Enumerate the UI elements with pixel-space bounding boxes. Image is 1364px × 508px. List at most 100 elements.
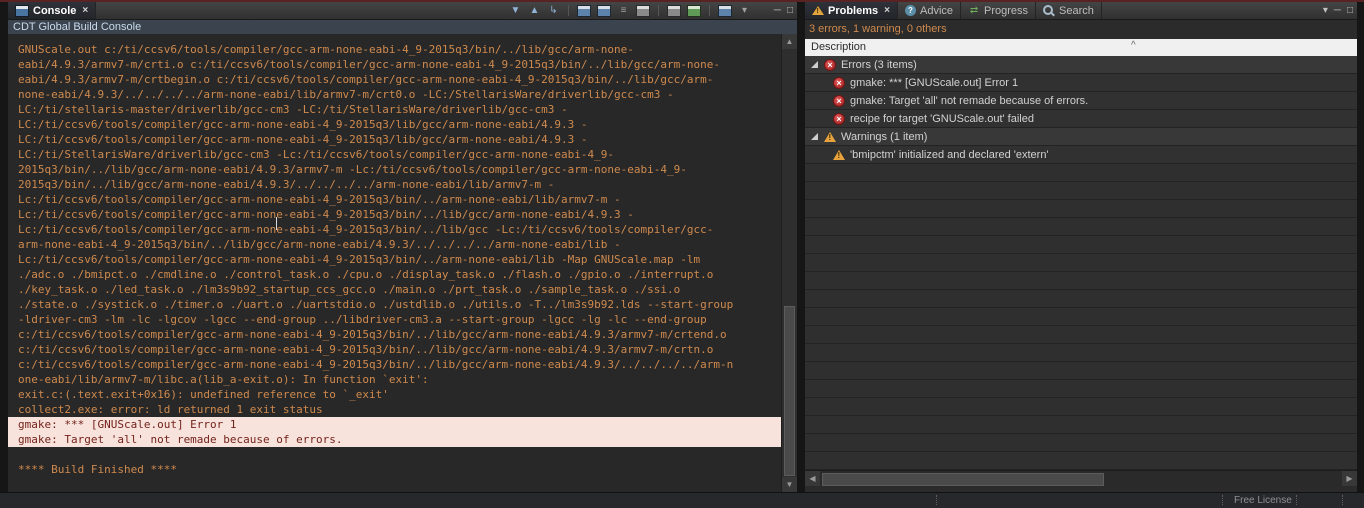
console-vertical-scrollbar[interactable]: [781, 34, 797, 492]
problems-icon: [812, 5, 824, 16]
console-line: c:/ti/ccsv6/tools/compiler/gcc-arm-none-…: [18, 358, 734, 371]
console-line: eabi/4.9.3/armv7-m/crtbegin.o c:/ti/ccsv…: [18, 73, 714, 86]
scroll-left-icon[interactable]: [805, 471, 820, 486]
console-line: GNUScale.out c:/ti/ccsv6/tools/compiler/…: [18, 43, 634, 56]
console-line: collect2.exe: error: ld returned 1 exit …: [18, 403, 323, 416]
scroll-lock-icon[interactable]: [667, 4, 681, 17]
console-line: none-eabi/4.9.3/../../../../arm-none-eab…: [18, 88, 674, 101]
console-line: eabi/4.9.3/armv7-m/crti.o c:/ti/ccsv6/to…: [18, 58, 720, 71]
scrollbar-thumb[interactable]: [784, 306, 795, 476]
console-line: Lc:/ti/ccsv6/tools/compiler/gcc-arm-none…: [18, 193, 621, 206]
pin-console-icon[interactable]: [687, 4, 701, 17]
console-output[interactable]: GNUScale.out c:/ti/ccsv6/tools/compiler/…: [8, 34, 782, 492]
console-line: LC:/ti/stellaris-master/driverlib/gcc-cm…: [18, 103, 568, 116]
problems-summary: 3 errors, 1 warning, 0 others: [805, 20, 1357, 39]
scroll-up-icon[interactable]: [782, 34, 797, 49]
problems-tabs: Problems × Advice Progress Search: [805, 2, 1102, 19]
tab-progress[interactable]: Progress: [961, 2, 1037, 19]
error-icon: [833, 76, 845, 89]
problems-horizontal-scrollbar[interactable]: [805, 470, 1357, 487]
problems-empty-row: [805, 452, 1357, 470]
problem-label: recipe for target 'GNUScale.out' failed: [850, 112, 1034, 125]
previous-error-icon[interactable]: ▲: [528, 3, 541, 18]
maximize-icon[interactable]: □: [1347, 3, 1353, 18]
status-bar: Free License: [0, 492, 1364, 508]
open-build-console-icon[interactable]: [597, 4, 611, 17]
copy-build-log-icon[interactable]: [577, 4, 591, 17]
tab-label: Console: [33, 4, 77, 17]
warning-icon: [833, 149, 845, 161]
show-error-in-editor-icon[interactable]: ↳: [547, 3, 560, 18]
toolbar-separator: [658, 5, 659, 16]
problems-empty-row: [805, 182, 1357, 200]
problem-label: 'bmipctm' initialized and declared 'exte…: [850, 148, 1049, 161]
tab-advice[interactable]: Advice: [898, 2, 962, 19]
progress-icon: [968, 5, 980, 16]
problems-tabbar: Problems × Advice Progress Search ▾ ─ □: [805, 2, 1357, 20]
console-line: Lc:/ti/ccsv6/tools/compiler/gcc-arm-none…: [18, 208, 634, 221]
minimize-icon[interactable]: ─: [774, 3, 781, 18]
console-line: Lc:/ti/ccsv6/tools/compiler/gcc-arm-none…: [18, 253, 701, 266]
problems-empty-row: [805, 308, 1357, 326]
problems-group-row[interactable]: Errors (3 items): [805, 56, 1357, 74]
close-icon[interactable]: ×: [884, 5, 890, 16]
close-icon[interactable]: ×: [82, 5, 88, 16]
license-status: Free License: [1234, 495, 1292, 506]
problems-item-row[interactable]: gmake: *** [GNUScale.out] Error 1: [805, 74, 1357, 92]
problems-empty-row: [805, 164, 1357, 182]
problems-empty-row: [805, 326, 1357, 344]
problems-empty-row: [805, 434, 1357, 452]
column-header-label: Description: [811, 41, 867, 53]
problems-empty-row: [805, 200, 1357, 218]
description-column-header[interactable]: Description: [805, 39, 1357, 57]
open-console-dropdown-icon[interactable]: ▾: [738, 3, 751, 18]
problems-empty-row: [805, 380, 1357, 398]
tab-label: Problems: [828, 4, 879, 17]
error-icon: [833, 112, 845, 125]
console-line: Lc:/ti/ccsv6/tools/compiler/gcc-arm-none…: [18, 223, 714, 236]
tab-console[interactable]: Console ×: [8, 2, 97, 19]
tab-search[interactable]: Search: [1036, 2, 1102, 19]
console-error-line: gmake: Target 'all' not remade because o…: [8, 432, 782, 447]
problems-empty-row: [805, 344, 1357, 362]
advice-icon: [904, 5, 916, 16]
problems-empty-row: [805, 416, 1357, 434]
statusbar-separator: [1342, 495, 1343, 505]
maximize-icon[interactable]: □: [787, 3, 793, 18]
word-wrap-icon[interactable]: ≡: [617, 3, 630, 18]
problems-view: Problems × Advice Progress Search ▾ ─ □ 3 erro…: [805, 2, 1357, 492]
sort-caret-icon: [1131, 37, 1136, 54]
expand-arrow-icon[interactable]: [811, 133, 818, 140]
console-line: ./key_task.o ./led_task.o ./lm3s9b92_sta…: [18, 283, 681, 296]
statusbar-separator: [936, 495, 937, 505]
problems-tree: Errors (3 items) gmake: *** [GNUScale.out…: [805, 56, 1357, 470]
scroll-down-icon[interactable]: [782, 477, 797, 492]
problem-label: gmake: *** [GNUScale.out] Error 1: [850, 76, 1019, 89]
view-menu-icon[interactable]: ▾: [1323, 3, 1328, 18]
console-line: c:/ti/ccsv6/tools/compiler/gcc-arm-none-…: [18, 328, 727, 341]
display-selected-console-icon[interactable]: [718, 4, 732, 17]
expand-arrow-icon[interactable]: [811, 61, 818, 68]
console-icon: [15, 4, 29, 17]
toolbar-separator: [568, 5, 569, 16]
tab-label: Progress: [984, 4, 1029, 17]
console-error-line: gmake: *** [GNUScale.out] Error 1: [8, 417, 782, 432]
scrollbar-thumb[interactable]: [822, 473, 1104, 486]
minimize-icon[interactable]: ─: [1334, 3, 1341, 18]
problems-group-row[interactable]: Warnings (1 item): [805, 128, 1357, 146]
console-line: LC:/ti/ccsv6/tools/compiler/gcc-arm-none…: [18, 118, 588, 131]
error-icon: [824, 58, 836, 71]
problems-window-controls: ▾ ─ □: [1323, 3, 1353, 18]
tab-problems[interactable]: Problems ×: [805, 2, 898, 19]
scroll-right-icon[interactable]: [1342, 471, 1357, 486]
problems-item-row[interactable]: 'bmipctm' initialized and declared 'exte…: [805, 146, 1357, 164]
problems-empty-row: [805, 362, 1357, 380]
error-icon: [833, 94, 845, 107]
problem-label: gmake: Target 'all' not remade because o…: [850, 94, 1089, 107]
console-tabbar: Console × ▼ ▲ ↳ ≡ ▾ ─ □: [8, 2, 797, 20]
problem-label: Warnings (1 item): [841, 130, 928, 143]
next-error-icon[interactable]: ▼: [509, 3, 522, 18]
problems-item-row[interactable]: gmake: Target 'all' not remade because o…: [805, 92, 1357, 110]
problems-item-row[interactable]: recipe for target 'GNUScale.out' failed: [805, 110, 1357, 128]
clear-console-icon[interactable]: [636, 4, 650, 17]
